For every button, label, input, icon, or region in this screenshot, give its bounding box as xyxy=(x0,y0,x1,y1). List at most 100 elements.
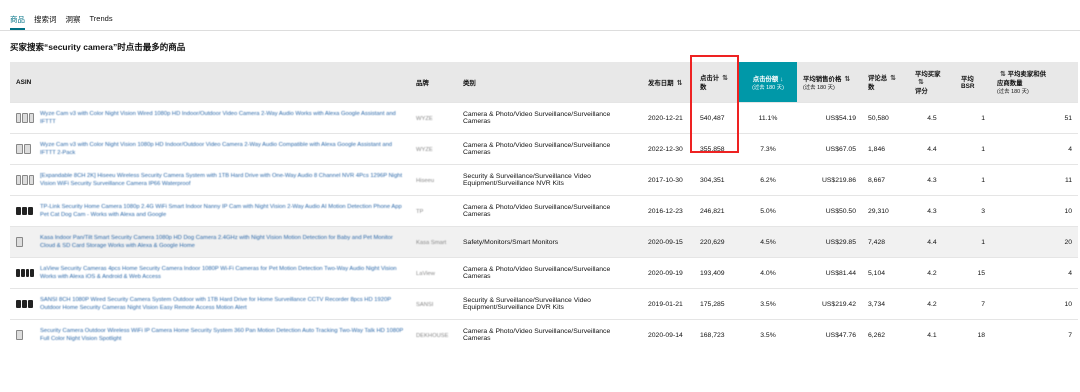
category-cell: Safety/Monitors/Smart Monitors xyxy=(457,226,642,258)
rating-cell: 4.2 xyxy=(909,288,955,320)
sort-arrows-icon[interactable]: ⇅ xyxy=(677,80,683,87)
col-rating-label-a: 平均买家 xyxy=(915,71,941,78)
product-title-link[interactable]: LaView Security Cameras 4pcs Home Securi… xyxy=(40,265,404,281)
col-bsr[interactable]: 平均 BSR xyxy=(955,62,991,103)
release-date-cell: 2020-09-15 xyxy=(642,226,694,258)
asin-cell: TP-Link Security Home Camera 1080p 2.4G … xyxy=(10,195,410,227)
sellers-cell: 10 xyxy=(991,288,1078,320)
avg-price-cell: US$219.86 xyxy=(797,164,862,196)
table-row[interactable]: [Expandable 8CH 2K] Hiseeu Wireless Secu… xyxy=(10,164,1078,196)
sort-arrows-icon[interactable]: ⇅ xyxy=(918,79,924,86)
brand-text: LaView xyxy=(416,270,435,277)
asin-cell: [Expandable 8CH 2K] Hiseeu Wireless Secu… xyxy=(10,164,410,196)
release-date-cell: 2020-12-21 xyxy=(642,102,694,134)
product-title-link[interactable]: TP-Link Security Home Camera 1080p 2.4G … xyxy=(40,203,404,219)
product-title-link[interactable]: Wyze Cam v3 with Color Night Vision 1080… xyxy=(40,141,404,157)
col-clicks[interactable]: 点击计 ⇅ 数 xyxy=(694,62,739,103)
reviews-cell: 5,104 xyxy=(862,257,909,289)
rating-cell: 4.4 xyxy=(909,226,955,258)
col-reviews-label-b: 数 xyxy=(868,84,875,91)
category-cell: Security & Surveillance/Surveillance Vid… xyxy=(457,288,642,320)
bsr-cell: 1 xyxy=(955,133,991,165)
product-title-link[interactable]: SANSI 8CH 1080P Wired Security Camera Sy… xyxy=(40,296,404,312)
col-rating[interactable]: 平均买家⇅ 评分 xyxy=(909,62,955,103)
click-share-cell: 11.1% xyxy=(739,102,797,134)
col-category[interactable]: 类别 xyxy=(457,62,642,103)
product-title-link[interactable]: Security Camera Outdoor Wireless WiFi IP… xyxy=(40,327,404,343)
tab-search-terms[interactable]: 搜索词 xyxy=(34,14,57,30)
product-thumbnail[interactable] xyxy=(16,111,34,125)
table-row[interactable]: Security Camera Outdoor Wireless WiFi IP… xyxy=(10,319,1078,350)
release-date-cell: 2016-12-23 xyxy=(642,195,694,227)
avg-price-cell: US$54.19 xyxy=(797,102,862,134)
col-category-label: 类别 xyxy=(463,79,476,87)
sellers-cell: 11 xyxy=(991,164,1078,196)
product-title-link[interactable]: Wyze Cam v3 with Color Night Vision Wire… xyxy=(40,110,404,126)
product-thumbnail[interactable] xyxy=(16,142,34,156)
reviews-cell: 1,846 xyxy=(862,133,909,165)
reviews-cell: 29,310 xyxy=(862,195,909,227)
brand-cell: LaView xyxy=(410,257,457,289)
release-date-cell: 2020-09-14 xyxy=(642,319,694,350)
sort-arrows-icon[interactable]: ⇅ xyxy=(890,75,896,82)
avg-price-cell: US$50.50 xyxy=(797,195,862,227)
col-brand[interactable]: 品牌 xyxy=(410,62,457,103)
divider xyxy=(0,30,1080,31)
brand-text: WYZE xyxy=(416,115,433,122)
table-row[interactable]: Wyze Cam v3 with Color Night Vision 1080… xyxy=(10,133,1078,165)
page-title: 买家搜索“security camera”时点击最多的商品 xyxy=(10,42,186,52)
table-row[interactable]: Wyze Cam v3 with Color Night Vision Wire… xyxy=(10,102,1078,134)
bsr-cell: 7 xyxy=(955,288,991,320)
table-row[interactable]: Kasa Indoor Pan/Tilt Smart Security Came… xyxy=(10,226,1078,258)
category-cell: Camera & Photo/Video Surveillance/Survei… xyxy=(457,102,642,134)
arrow-down-icon[interactable]: ↓ xyxy=(780,76,783,83)
col-rating-label-b: 评分 xyxy=(915,88,928,95)
table-row[interactable]: LaView Security Cameras 4pcs Home Securi… xyxy=(10,257,1078,289)
rating-cell: 4.1 xyxy=(909,319,955,350)
reviews-cell: 7,428 xyxy=(862,226,909,258)
tab-insights[interactable]: 洞察 xyxy=(66,14,81,30)
product-thumbnail[interactable] xyxy=(16,297,34,311)
col-avg-price[interactable]: 平均销售价格 ⇅ (过去 180 天) xyxy=(797,62,862,103)
brand-cell: SANSI xyxy=(410,288,457,320)
product-thumbnail[interactable] xyxy=(16,204,34,218)
col-clicks-label-a: 点击计 xyxy=(700,75,720,82)
col-release-date[interactable]: 发布日期 ⇅ xyxy=(642,62,694,103)
product-title-link[interactable]: [Expandable 8CH 2K] Hiseeu Wireless Secu… xyxy=(40,172,404,188)
col-bsr-label-b: BSR xyxy=(961,83,975,90)
asin-cell: Security Camera Outdoor Wireless WiFi IP… xyxy=(10,319,410,350)
col-asin[interactable]: ASIN xyxy=(10,62,410,103)
rating-cell: 4.3 xyxy=(909,195,955,227)
rating-cell: 4.2 xyxy=(909,257,955,289)
category-line-2: Cameras xyxy=(463,211,491,218)
sort-arrows-icon[interactable]: ⇅ xyxy=(844,76,850,83)
col-sellers[interactable]: ⇅ 平均卖家和供 应商数量 (过去 180 天) xyxy=(991,62,1078,103)
col-reviews[interactable]: 评论总 ⇅ 数 xyxy=(862,62,909,103)
table-row[interactable]: SANSI 8CH 1080P Wired Security Camera Sy… xyxy=(10,288,1078,320)
table-row[interactable]: TP-Link Security Home Camera 1080p 2.4G … xyxy=(10,195,1078,227)
sort-arrows-icon[interactable]: ⇅ xyxy=(1000,71,1006,78)
product-title-link[interactable]: Kasa Indoor Pan/Tilt Smart Security Came… xyxy=(40,234,404,250)
tab-trends[interactable]: Trends xyxy=(90,14,113,30)
product-thumbnail[interactable] xyxy=(16,235,34,249)
product-thumbnail[interactable] xyxy=(16,173,34,187)
clicks-cell: 168,723 xyxy=(694,319,739,350)
col-sellers-sub: (过去 180 天) xyxy=(997,89,1029,95)
asin-cell: LaView Security Cameras 4pcs Home Securi… xyxy=(10,257,410,289)
release-date-cell: 2019-01-21 xyxy=(642,288,694,320)
click-share-cell: 7.3% xyxy=(739,133,797,165)
col-price-label: 平均销售价格 xyxy=(803,75,842,83)
product-thumbnail[interactable] xyxy=(16,266,34,280)
rating-cell: 4.5 xyxy=(909,102,955,134)
col-share-label: 点击份额 xyxy=(752,75,779,83)
category-cell: Camera & Photo/Video Surveillance/Survei… xyxy=(457,195,642,227)
clicks-cell: 355,858 xyxy=(694,133,739,165)
product-thumbnail[interactable] xyxy=(16,328,34,342)
sellers-cell: 20 xyxy=(991,226,1078,258)
sort-arrows-icon[interactable]: ⇅ xyxy=(722,75,728,82)
tab-products[interactable]: 商品 xyxy=(10,14,25,30)
release-date-cell: 2020-09-19 xyxy=(642,257,694,289)
reviews-cell: 3,734 xyxy=(862,288,909,320)
col-click-share[interactable]: 点击份额 ↓ (过去 180 天) xyxy=(739,62,797,103)
brand-cell: WYZE xyxy=(410,102,457,134)
